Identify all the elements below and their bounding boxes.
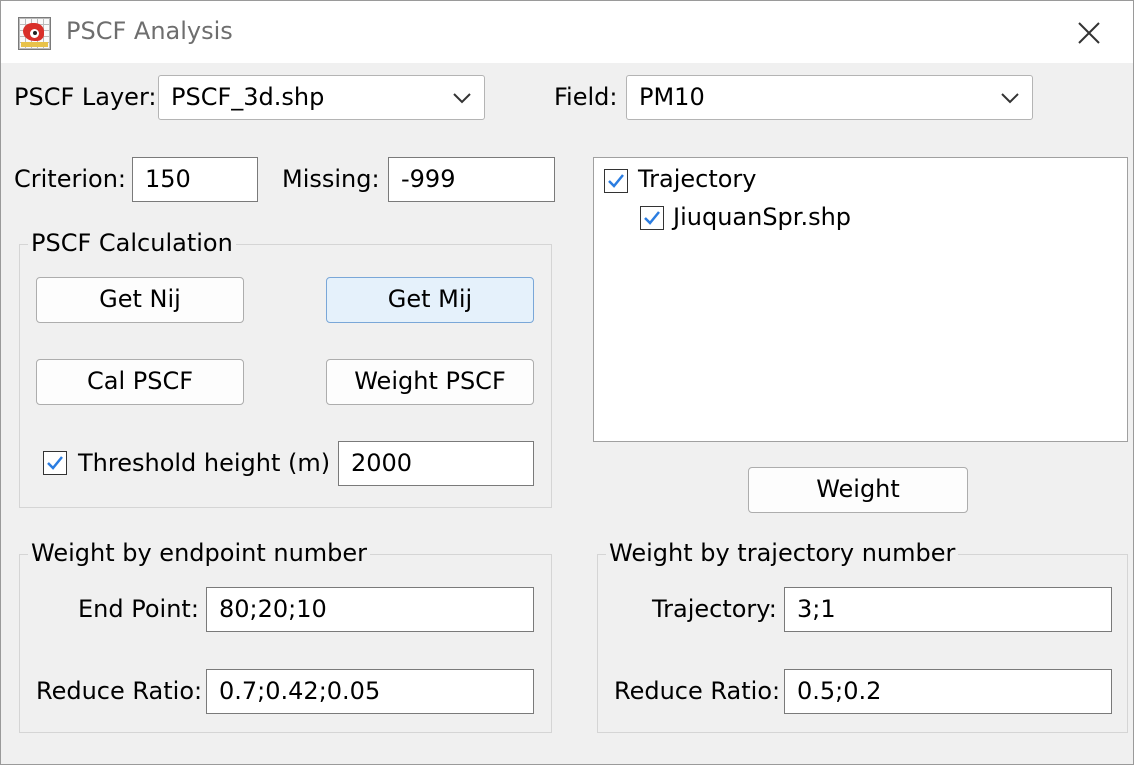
app-icon	[18, 17, 51, 50]
weight-button[interactable]: Weight	[748, 467, 968, 513]
trajectory-tree[interactable]: Trajectory JiuquanSpr.shp	[593, 157, 1128, 442]
pscf-layer-value: PSCF_3d.shp	[171, 83, 325, 111]
endpoint-reduce-ratio-label: Reduce Ratio:	[36, 677, 203, 705]
get-mij-button[interactable]: Get Mij	[326, 277, 534, 323]
pscf-layer-label: PSCF Layer:	[14, 83, 157, 111]
missing-input[interactable]: -999	[388, 157, 555, 202]
criterion-label: Criterion:	[14, 165, 126, 193]
criterion-input[interactable]: 150	[132, 157, 258, 202]
pscf-layer-dropdown[interactable]: PSCF_3d.shp	[158, 75, 485, 120]
get-nij-button[interactable]: Get Nij	[36, 277, 244, 323]
field-label: Field:	[554, 83, 618, 111]
threshold-height-input[interactable]: 2000	[338, 441, 534, 486]
end-point-input[interactable]: 80;20;10	[206, 587, 534, 632]
threshold-height-checkbox[interactable]	[43, 451, 67, 475]
weight-pscf-button[interactable]: Weight PSCF	[326, 359, 534, 405]
weight-by-trajectory-title: Weight by trajectory number	[606, 538, 959, 568]
endpoint-reduce-ratio-input[interactable]: 0.7;0.42;0.05	[206, 669, 534, 714]
weight-by-endpoint-title: Weight by endpoint number	[28, 538, 371, 568]
trajectory-reduce-ratio-label: Reduce Ratio:	[614, 677, 781, 705]
check-icon	[644, 211, 660, 225]
trajectory-child-label[interactable]: JiuquanSpr.shp	[673, 202, 851, 232]
missing-label: Missing:	[282, 165, 380, 193]
trajectory-root-checkbox[interactable]	[604, 169, 628, 193]
field-dropdown[interactable]: PM10	[626, 75, 1033, 120]
close-icon	[1078, 22, 1100, 44]
cal-pscf-button[interactable]: Cal PSCF	[36, 359, 244, 405]
field-value: PM10	[639, 83, 705, 111]
check-icon	[47, 456, 63, 470]
window-title: PSCF Analysis	[66, 17, 233, 45]
trajectory-weight-input[interactable]: 3;1	[784, 587, 1112, 632]
chevron-down-icon	[1001, 93, 1019, 104]
title-bar[interactable]: PSCF Analysis	[1, 1, 1133, 63]
trajectory-reduce-ratio-input[interactable]: 0.5;0.2	[784, 669, 1112, 714]
pscf-calculation-title: PSCF Calculation	[28, 228, 236, 258]
threshold-height-label: Threshold height (m)	[78, 449, 331, 477]
trajectory-weight-label: Trajectory:	[652, 595, 777, 623]
trajectory-child-checkbox[interactable]	[640, 206, 664, 230]
check-icon	[608, 174, 624, 188]
close-button[interactable]	[1059, 7, 1119, 59]
pscf-analysis-window: PSCF Analysis PSCF Layer: PSCF_3d.shp Fi…	[0, 0, 1134, 765]
end-point-label: End Point:	[78, 595, 199, 623]
chevron-down-icon	[453, 93, 471, 104]
trajectory-root-label[interactable]: Trajectory	[638, 164, 757, 194]
